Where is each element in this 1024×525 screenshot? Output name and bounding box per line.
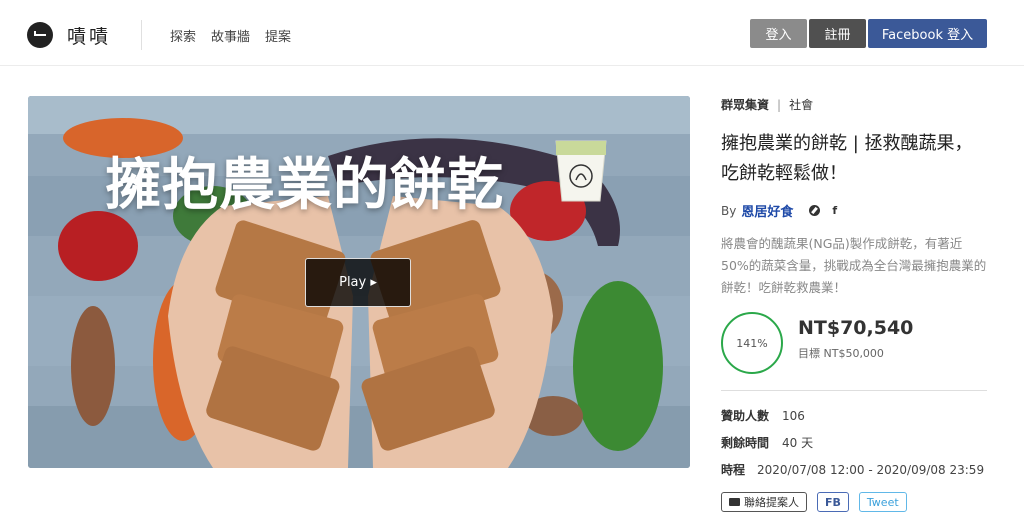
chat-bubble-icon [729,498,740,506]
stat-backers: 贊助人數 106 [721,407,987,424]
category-separator: | [777,97,782,112]
fb-share-button[interactable]: FB [817,492,849,512]
author-link[interactable]: 恩居好食 [741,201,793,220]
contact-proposer-button[interactable]: 聯絡提案人 [721,492,807,512]
facebook-icon[interactable]: f [832,204,837,217]
play-button[interactable]: Play ▸ [305,258,411,307]
project-title: 擁抱農業的餅乾 | 拯救醜蔬果，吃餅乾輕鬆做！ [721,133,973,184]
category-breadcrumb: 群眾集資 | 社會 [721,96,987,113]
login-button[interactable]: 登入 [750,19,807,48]
nav-story-wall[interactable]: 故事牆 [211,26,250,45]
logo-text[interactable]: 嘖嘖 [67,22,111,49]
nav-explore[interactable]: 探索 [170,26,196,45]
category-label[interactable]: 群眾集資 [721,96,769,113]
divider [721,390,987,391]
period-label: 時程 [721,463,746,477]
auth-buttons: 登入 註冊 Facebook 登入 [750,19,987,48]
contact-label: 聯絡提案人 [744,496,799,509]
by-label: By [721,203,737,218]
backers-value: 106 [782,408,805,423]
share-actions: 聯絡提案人 FB Tweet [721,492,987,512]
logo-icon[interactable] [27,22,53,48]
period-value: 2020/07/08 12:00 - 2020/09/08 23:59 [757,462,985,477]
funding-progress: 141% NT$70,540 目標 NT$50,000 [721,312,987,374]
hero-title: 擁抱農業的餅乾 [105,153,504,218]
percent-label: 141% [736,336,768,350]
stat-remaining: 剩餘時間 40 天 [721,434,987,451]
percent-ring: 141% [721,312,783,374]
compass-icon[interactable] [809,205,821,216]
remaining-value: 40 天 [782,436,814,450]
facebook-login-button[interactable]: Facebook 登入 [868,19,987,48]
stat-period: 時程 2020/07/08 12:00 - 2020/09/08 23:59 [721,461,987,478]
byline: By 恩居好食 f [721,201,987,221]
remaining-label: 剩餘時間 [721,436,770,450]
nav-propose[interactable]: 提案 [265,26,291,45]
project-video[interactable]: 擁抱農業的餅乾 Play ▸ [28,96,690,468]
goal-amount: 目標 NT$50,000 [798,347,884,360]
main-nav: 探索 故事牆 提案 [170,26,291,45]
header-divider [141,20,142,50]
register-button[interactable]: 註冊 [809,19,866,48]
site-header: 嘖嘖 探索 故事牆 提案 登入 註冊 Facebook 登入 [0,0,1024,66]
backers-label: 贊助人數 [721,409,770,423]
project-sidebar: 群眾集資 | 社會 擁抱農業的餅乾 | 拯救醜蔬果，吃餅乾輕鬆做！ By 恩居好… [721,96,987,512]
tweet-button[interactable]: Tweet [858,492,907,512]
subcategory-label[interactable]: 社會 [789,96,813,113]
project-description: 將農會的醜蔬果(NG品)製作成餅乾，有著近50%的蔬菜含量，挑戰成為全台灣最擁抱… [721,236,987,295]
raised-amount: NT$70,540 [798,317,914,339]
